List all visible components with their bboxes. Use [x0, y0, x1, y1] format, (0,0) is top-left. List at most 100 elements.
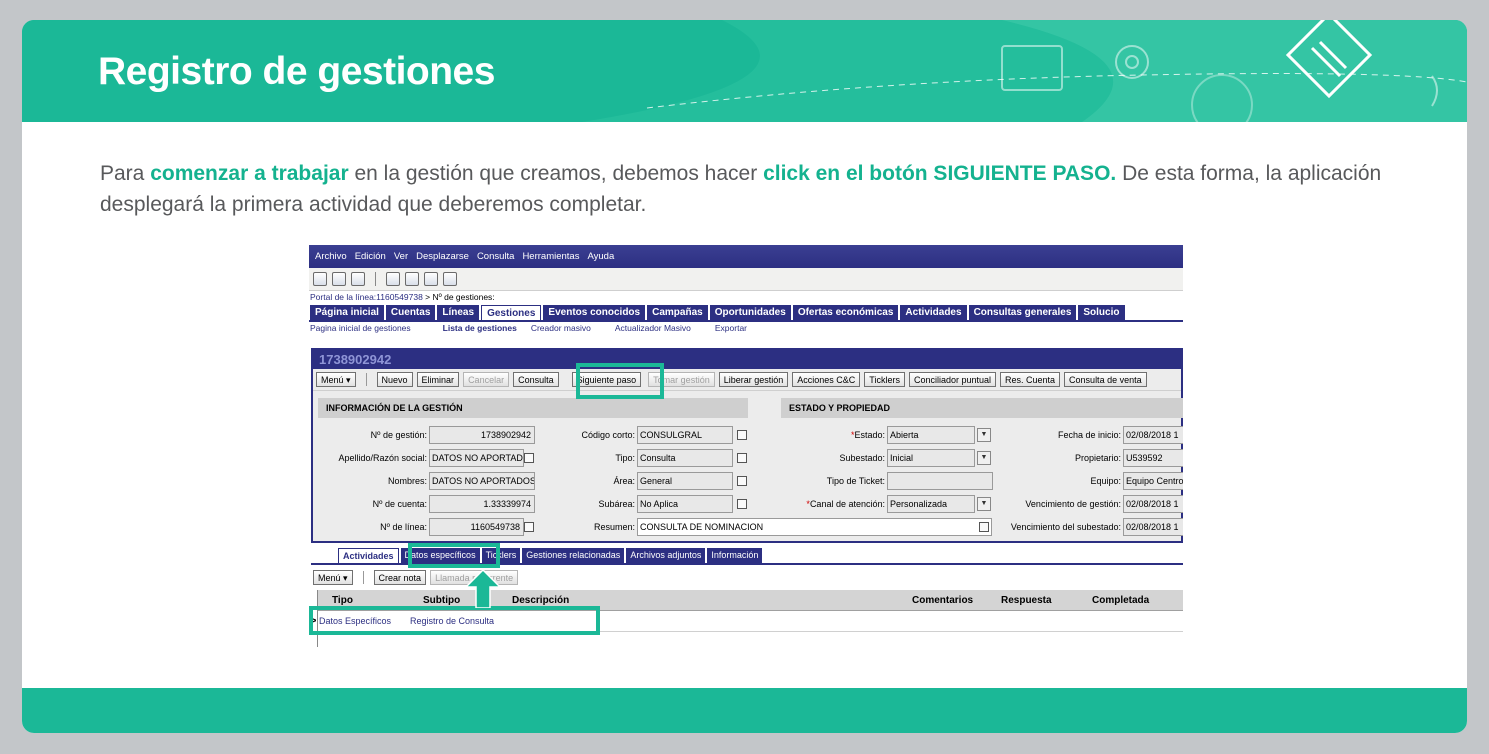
subtab-creador-masivo[interactable]: Creador masivo [531, 322, 591, 333]
codigo-corto-field[interactable]: CONSULGRAL [637, 426, 733, 444]
row-comentarios[interactable] [899, 611, 988, 631]
equipo-field[interactable]: Equipo Centro [1123, 472, 1183, 490]
acciones-cc-button[interactable]: Acciones C&C [792, 372, 861, 387]
num-gestion-field[interactable]: 1738902942 [429, 426, 535, 444]
menu-consulta[interactable]: Consulta [477, 251, 515, 262]
menu-archivo[interactable]: Archivo [315, 251, 347, 262]
tab-cuentas[interactable]: Cuentas [385, 305, 436, 320]
document-icon[interactable] [443, 272, 457, 286]
tab-campanas[interactable]: Campañas [647, 305, 708, 320]
subestado-field[interactable]: Inicial [887, 449, 975, 467]
action-buttons: Menú ▾ Nuevo Eliminar Cancelar Consulta … [313, 369, 1181, 391]
globe-icon[interactable] [351, 272, 365, 286]
tab-archivos-adjuntos[interactable]: Archivos adjuntos [626, 548, 706, 564]
tipo-picker-icon[interactable] [737, 453, 747, 463]
subestado-label: Subestado: [839, 453, 885, 463]
tab-soluciones[interactable]: Solucio [1078, 305, 1125, 320]
apellido-field[interactable]: DATOS NO APORTAD [429, 449, 524, 467]
num-linea-label: Nº de línea: [380, 522, 427, 532]
export-icon[interactable] [313, 272, 327, 286]
subtab-pagina-inicial-gestiones[interactable]: Pagina inicial de gestiones [310, 322, 411, 333]
tab-ofertas-economicas[interactable]: Ofertas económicas [792, 305, 899, 320]
lower-menu-button[interactable]: Menú ▾ [313, 570, 353, 585]
area-field[interactable]: General [637, 472, 733, 490]
row-completada[interactable] [1079, 611, 1167, 631]
tab-oportunidades[interactable]: Oportunidades [709, 305, 791, 320]
copy-icon[interactable] [424, 272, 438, 286]
section-info-gestion: INFORMACIÓN DE LA GESTIÓN [318, 398, 748, 418]
highlight-activity-row [309, 606, 600, 635]
propietario-field[interactable]: U539592 [1123, 449, 1183, 467]
num-linea-field[interactable]: 1160549738 [429, 518, 524, 536]
num-gestion-label: Nº de gestión: [370, 430, 427, 440]
resumen-field[interactable]: CONSULTA DE NOMINACION [637, 518, 992, 536]
consulta-button[interactable]: Consulta [513, 372, 559, 387]
menu-herramientas[interactable]: Herramientas [522, 251, 579, 262]
fecha-inicio-label: Fecha de inicio: [1057, 430, 1121, 440]
nombres-field[interactable]: DATOS NO APORTADOS [429, 472, 535, 490]
col-respuesta[interactable]: Respuesta [987, 590, 1078, 610]
menu-ver[interactable]: Ver [394, 251, 408, 262]
res-cuenta-button[interactable]: Res. Cuenta [1000, 372, 1061, 387]
intro-text-1: Para [100, 162, 151, 185]
subarea-field[interactable]: No Aplica [637, 495, 733, 513]
col-comentarios[interactable]: Comentarios [898, 590, 987, 610]
row-respuesta[interactable] [988, 611, 1079, 631]
cancelar-button[interactable]: Cancelar [463, 372, 510, 387]
menu-ayuda[interactable]: Ayuda [587, 251, 614, 262]
venc-subestado-field[interactable]: 02/08/2018 1 [1123, 518, 1183, 536]
venc-gestion-field[interactable]: 02/08/2018 1 [1123, 495, 1183, 513]
nombres-label: Nombres: [387, 476, 427, 486]
estado-dropdown-icon[interactable]: ▼ [977, 428, 991, 442]
tipo-ticket-field[interactable] [887, 472, 993, 490]
subarea-picker-icon[interactable] [737, 499, 747, 509]
eliminar-button[interactable]: Eliminar [416, 372, 460, 387]
liberar-gestion-button[interactable]: Liberar gestión [718, 372, 789, 387]
tab-gestiones[interactable]: Gestiones [481, 305, 542, 320]
subtab-lista-gestiones[interactable]: Lista de gestiones [443, 322, 517, 333]
tab-eventos-conocidos[interactable]: Eventos conocidos [543, 305, 646, 320]
tab-actividades-lower[interactable]: Actividades [338, 548, 399, 564]
edit-icon[interactable] [386, 272, 400, 286]
tab-pagina-inicial[interactable]: Página inicial [310, 305, 384, 320]
record-id-title: 1738902942 [313, 350, 1181, 369]
intro-paragraph: Para comenzar a trabajar en la gestión q… [100, 158, 1390, 220]
subtab-actualizador-masivo[interactable]: Actualizador Masivo [615, 322, 691, 333]
resumen-notes-icon[interactable] [979, 522, 989, 532]
table-icon[interactable] [332, 272, 346, 286]
canal-dropdown-icon[interactable]: ▼ [977, 497, 991, 511]
tab-lineas[interactable]: Líneas [437, 305, 480, 320]
num-linea-picker-icon[interactable] [524, 522, 534, 532]
ticklers-button[interactable]: Ticklers [864, 372, 905, 387]
menu-edicion[interactable]: Edición [355, 251, 386, 262]
checklist-icon[interactable] [405, 272, 419, 286]
col-completada[interactable]: Completada [1078, 590, 1166, 610]
tab-informacion[interactable]: Información [707, 548, 763, 564]
subtab-exportar[interactable]: Exportar [715, 322, 747, 333]
codigo-corto-picker-icon[interactable] [737, 430, 747, 440]
nuevo-button[interactable]: Nuevo [376, 372, 413, 387]
tipo-ticket-label: Tipo de Ticket: [826, 476, 885, 486]
consulta-venta-button[interactable]: Consulta de venta [1064, 372, 1147, 387]
tab-consultas-generales[interactable]: Consultas generales [968, 305, 1077, 320]
header-banner: Registro de gestiones [22, 20, 1467, 122]
crear-nota-button[interactable]: Crear nota [373, 570, 427, 585]
fecha-inicio-field[interactable]: 02/08/2018 1 [1123, 426, 1183, 444]
menu-desplazarse[interactable]: Desplazarse [416, 251, 469, 262]
area-label: Área: [613, 476, 635, 486]
estado-field[interactable]: Abierta [887, 426, 975, 444]
conciliador-button[interactable]: Conciliador puntual [908, 372, 997, 387]
area-picker-icon[interactable] [737, 476, 747, 486]
highlight-datos-especificos [408, 543, 500, 568]
tipo-field[interactable]: Consulta [637, 449, 733, 467]
subarea-label: Subárea: [598, 499, 635, 509]
num-cuenta-field[interactable]: 1.33339974 [429, 495, 535, 513]
canal-field[interactable]: Personalizada [887, 495, 975, 513]
menu-button[interactable]: Menú ▾ [316, 372, 356, 387]
gestion-panel: 1738902942 Menú ▾ Nuevo Eliminar Cancela… [311, 348, 1183, 543]
apellido-picker-icon[interactable] [524, 453, 534, 463]
subestado-dropdown-icon[interactable]: ▼ [977, 451, 991, 465]
breadcrumb-link[interactable]: Portal de la línea:1160549738 [310, 292, 423, 302]
tab-actividades[interactable]: Actividades [900, 305, 967, 320]
tab-gestiones-relacionadas[interactable]: Gestiones relacionadas [522, 548, 625, 564]
